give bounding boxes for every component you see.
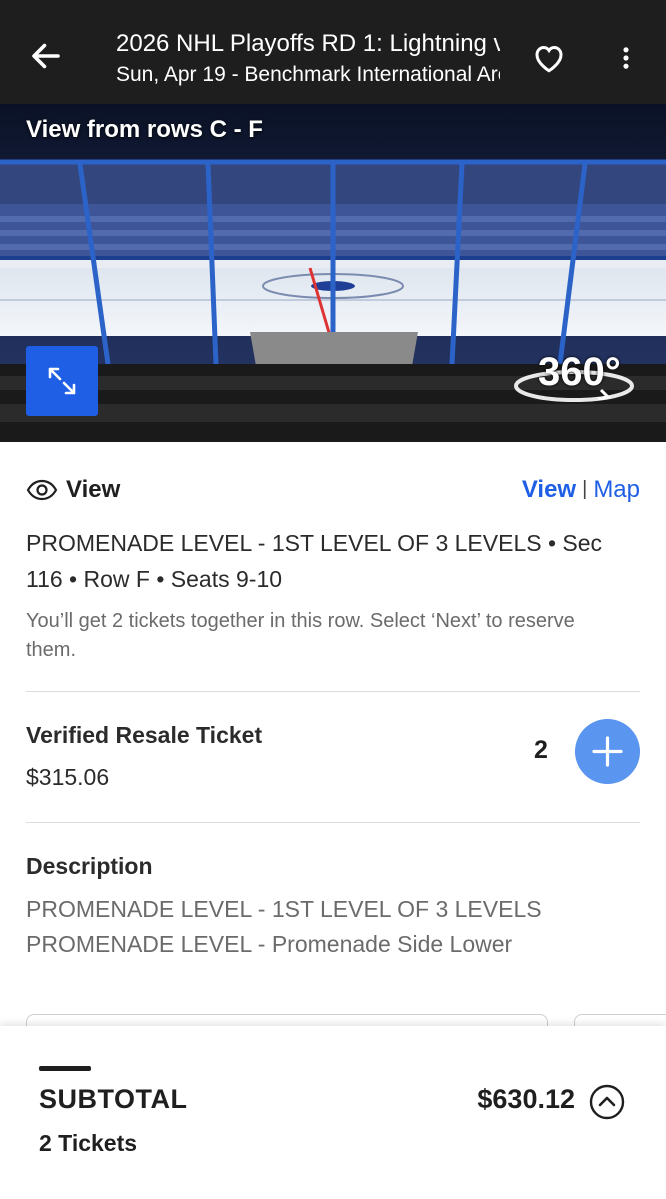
subtotal-footer[interactable]: SUBTOTAL 2 Tickets $630.12 <box>0 1026 666 1199</box>
arena-view-image[interactable]: View from rows C - F 360° <box>0 104 666 442</box>
heart-icon[interactable] <box>530 40 568 76</box>
toggle-separator: | <box>582 478 588 500</box>
map-link[interactable]: Map <box>593 476 640 503</box>
plus-icon <box>592 736 623 767</box>
ticket-price: $315.06 <box>26 764 110 790</box>
view-360-label: 360° <box>538 350 621 394</box>
drag-handle[interactable] <box>39 1066 91 1071</box>
divider <box>26 691 640 692</box>
event-title: 2026 NHL Playoffs RD 1: Lightning vs. TB… <box>116 30 500 57</box>
add-ticket-button[interactable] <box>575 719 640 784</box>
view-360-button[interactable]: 360° <box>512 344 640 414</box>
expand-icon <box>48 367 76 395</box>
divider <box>26 822 640 823</box>
app-header: 2026 NHL Playoffs RD 1: Lightning vs. TB… <box>0 0 666 104</box>
event-subtitle: Sun, Apr 19 - Benchmark International Ar… <box>116 63 500 86</box>
event-titles: 2026 NHL Playoffs RD 1: Lightning vs. TB… <box>116 28 500 90</box>
ticket-type: Verified Resale Ticket <box>26 722 263 748</box>
chevron-up-icon[interactable] <box>589 1084 625 1120</box>
view-link[interactable]: View <box>522 476 576 503</box>
view-row: View View | Map <box>26 474 640 508</box>
back-arrow-icon[interactable] <box>28 38 64 74</box>
expand-button[interactable] <box>26 346 98 416</box>
subtotal-value: $630.12 <box>477 1084 575 1114</box>
view-label: View <box>66 476 121 503</box>
description-title: Description <box>26 853 153 879</box>
reserve-note: You’ll get 2 tickets together in this ro… <box>26 610 575 661</box>
more-vertical-icon[interactable] <box>612 40 640 76</box>
ticket-quantity: 2 <box>534 736 548 764</box>
description-line: PROMENADE LEVEL - Promenade Side Lower <box>26 931 513 957</box>
seat-location: PROMENADE LEVEL - 1ST LEVEL OF 3 LEVELS … <box>26 530 603 592</box>
rows-label: View from rows C - F <box>26 116 263 143</box>
eye-icon <box>26 479 58 501</box>
view-map-toggle: View | Map <box>522 476 640 504</box>
subtotal-label: SUBTOTAL <box>39 1084 188 1114</box>
tickets-count: 2 Tickets <box>39 1130 138 1156</box>
description-line: PROMENADE LEVEL - 1ST LEVEL OF 3 LEVELS <box>26 896 542 922</box>
